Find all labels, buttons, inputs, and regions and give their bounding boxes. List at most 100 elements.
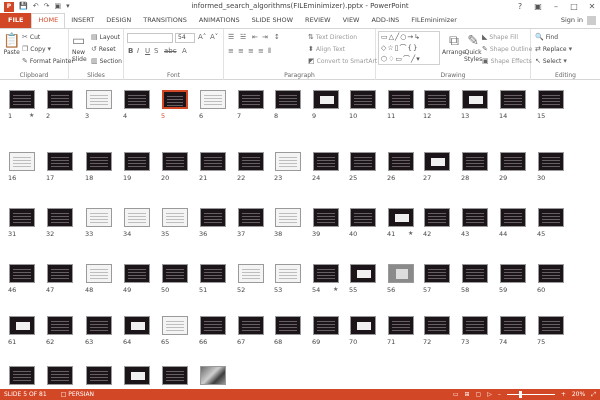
shape-outline-button[interactable]: ✎ Shape Outline <box>482 45 532 53</box>
shape-effects-button[interactable]: ▣ Shape Effects <box>482 57 532 65</box>
slide-thumbnail[interactable] <box>86 152 112 171</box>
slide-thumbnail[interactable] <box>238 264 264 283</box>
justify-icon[interactable]: ≡ <box>258 47 264 55</box>
italic-icon[interactable]: I <box>137 47 139 55</box>
decrease-indent-icon[interactable]: ⇤ <box>252 33 258 41</box>
slide-thumbnail[interactable] <box>47 366 73 385</box>
slide-thumbnail[interactable] <box>124 366 150 385</box>
slide-thumbnail[interactable] <box>538 152 564 171</box>
animation-star-icon[interactable]: ★ <box>408 230 413 237</box>
reading-view-icon[interactable]: ▢ <box>476 389 482 400</box>
slide-thumbnail[interactable] <box>388 152 414 171</box>
slide-thumbnail[interactable] <box>86 316 112 335</box>
align-center-icon[interactable]: ≡ <box>238 47 244 55</box>
tab-slide-show[interactable]: SLIDE SHOW <box>246 13 299 28</box>
format-painter-button[interactable]: ✎ Format Painter <box>22 57 74 65</box>
slide-thumbnail[interactable] <box>200 316 226 335</box>
slide-thumbnail[interactable] <box>500 152 526 171</box>
slide-thumbnail[interactable] <box>124 316 150 335</box>
find-button[interactable]: 🔍 Find <box>535 33 558 41</box>
maximize-button[interactable]: □ <box>568 0 580 13</box>
avatar[interactable] <box>587 16 596 25</box>
undo-icon[interactable]: ↶ <box>33 0 39 13</box>
save-icon[interactable]: 💾 <box>19 0 28 13</box>
shape-fill-button[interactable]: ◣ Shape Fill <box>482 33 518 41</box>
slide-thumbnail[interactable] <box>275 316 301 335</box>
line-spacing-icon[interactable]: ↕ <box>274 33 280 41</box>
bullets-icon[interactable]: ☰ <box>228 33 234 41</box>
slide-thumbnail[interactable] <box>500 316 526 335</box>
animation-star-icon[interactable]: ★ <box>29 112 34 119</box>
tab-view[interactable]: VIEW <box>337 13 366 28</box>
slide-thumbnail[interactable] <box>238 152 264 171</box>
language-indicator[interactable]: □ PERSIAN <box>61 389 94 400</box>
slide-thumbnail[interactable] <box>86 264 112 283</box>
slide-thumbnail[interactable] <box>124 208 150 227</box>
font-name-field[interactable] <box>127 33 173 43</box>
minimize-button[interactable]: – <box>550 0 562 13</box>
slide-thumbnail[interactable] <box>238 90 264 109</box>
slide-thumbnail[interactable] <box>275 152 301 171</box>
slide-thumbnail[interactable] <box>200 264 226 283</box>
text-direction-button[interactable]: ⇅ Text Direction <box>308 33 357 41</box>
qat-dropdown-icon[interactable]: ▾ <box>66 0 70 13</box>
slide-thumbnail[interactable] <box>424 316 450 335</box>
close-button[interactable]: ✕ <box>586 0 598 13</box>
redo-icon[interactable]: ↷ <box>44 0 50 13</box>
slide-thumbnail[interactable] <box>86 366 112 385</box>
slide-thumbnail[interactable] <box>424 264 450 283</box>
help-button[interactable]: ? <box>514 0 526 13</box>
slide-thumbnail[interactable] <box>275 90 301 109</box>
convert-to-smartart-button[interactable]: ◩ Convert to SmartArt <box>308 57 377 65</box>
shrink-font-icon[interactable]: A˅ <box>210 33 218 41</box>
slide-thumbnail[interactable] <box>9 208 35 227</box>
slideshow-view-icon[interactable]: ▷ <box>487 389 492 400</box>
slide-thumbnail[interactable] <box>313 316 339 335</box>
slide-thumbnail[interactable] <box>313 264 339 283</box>
tab-design[interactable]: DESIGN <box>100 13 137 28</box>
slide-thumbnail[interactable] <box>9 90 35 109</box>
section-button[interactable]: ▥ Section <box>91 57 122 65</box>
slide-thumbnail[interactable] <box>275 264 301 283</box>
slide-thumbnail[interactable] <box>538 208 564 227</box>
tab-animations[interactable]: ANIMATIONS <box>193 13 246 28</box>
slide-thumbnail[interactable] <box>86 90 112 109</box>
sign-in-label[interactable]: Sign in <box>561 13 583 28</box>
slide-thumbnail[interactable] <box>47 90 73 109</box>
slide-thumbnail[interactable] <box>238 208 264 227</box>
slide-thumbnail[interactable] <box>538 316 564 335</box>
reset-button[interactable]: ↺ Reset <box>91 45 116 53</box>
slide-thumbnail[interactable] <box>275 208 301 227</box>
tab-fileminimizer[interactable]: FILEminimizer <box>405 13 463 28</box>
slide-thumbnail[interactable] <box>500 264 526 283</box>
slide-thumbnail[interactable] <box>124 264 150 283</box>
font-size-field[interactable]: 54 <box>175 33 195 43</box>
slide-thumbnail[interactable] <box>388 316 414 335</box>
zoom-slider-knob[interactable] <box>518 391 522 398</box>
slide-thumbnail[interactable] <box>9 366 35 385</box>
slide-thumbnail[interactable] <box>313 152 339 171</box>
slide-thumbnail[interactable] <box>200 208 226 227</box>
paste-button[interactable]: 📋 Paste <box>3 33 20 56</box>
zoom-slider[interactable] <box>506 391 555 398</box>
slide-thumbnail[interactable] <box>424 208 450 227</box>
slide-thumbnail[interactable] <box>350 90 376 109</box>
slide-thumbnail[interactable] <box>313 208 339 227</box>
tab-insert[interactable]: INSERT <box>65 13 100 28</box>
slide-thumbnail[interactable] <box>238 316 264 335</box>
arrange-button[interactable]: ⧉ Arrange <box>442 33 466 56</box>
fit-slide-icon[interactable]: ⤢ <box>591 389 596 400</box>
slide-thumbnail[interactable] <box>9 264 35 283</box>
slide-thumbnail[interactable] <box>124 90 150 109</box>
slide-thumbnail[interactable] <box>162 90 188 109</box>
slide-thumbnail[interactable] <box>47 316 73 335</box>
slide-thumbnail[interactable] <box>162 208 188 227</box>
slide-thumbnail[interactable] <box>424 90 450 109</box>
slide-thumbnail[interactable] <box>462 152 488 171</box>
font-color-icon[interactable]: A <box>182 47 187 55</box>
slide-thumbnail[interactable] <box>86 208 112 227</box>
zoom-out-icon[interactable]: – <box>498 389 501 400</box>
tab-review[interactable]: REVIEW <box>299 13 337 28</box>
shadow-icon[interactable]: S <box>154 47 158 55</box>
slide-thumbnail[interactable] <box>350 264 376 283</box>
